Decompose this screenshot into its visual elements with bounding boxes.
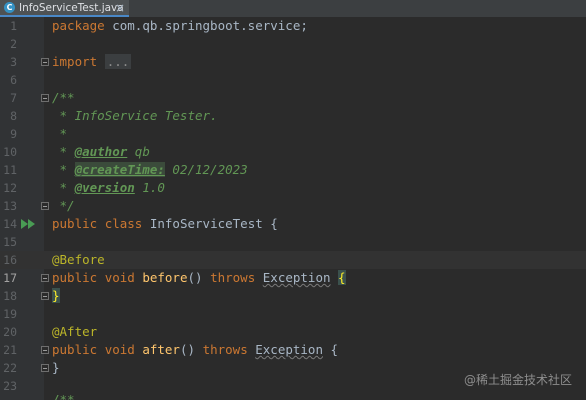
fold-icon[interactable] [41,94,49,102]
javadoc-value: qb [127,144,150,159]
line-number: 23 [3,379,17,393]
method-name: before [142,270,188,285]
parens: () [179,342,196,357]
line-number: 18 [3,289,17,303]
brace-highlighted: } [52,288,60,303]
tab-label: InfoServiceTest.java [19,1,124,14]
tab-infoservicetest[interactable]: C InfoServiceTest.java × [0,0,129,17]
code-line-3[interactable]: import ... [52,53,132,71]
code-line-8[interactable]: * InfoService Tester. [52,107,218,125]
javadoc-tag: @version [74,180,135,195]
code-line-13[interactable]: */ [52,197,75,215]
line-number: 15 [3,235,17,249]
run-test-icon[interactable] [21,219,37,229]
javadoc-tag: @author [74,144,128,159]
brace: { [330,342,339,357]
keyword: public [52,270,98,285]
comment-prefix: * [52,144,75,159]
line-number-current: 17 [3,271,17,285]
line-number: 13 [3,199,17,213]
keyword: public [52,342,98,357]
line-number: 11 [3,163,17,177]
fold-icon[interactable] [41,202,49,210]
class-name: InfoServiceTest [149,216,263,231]
code-line-12[interactable]: * @version 1.0 [52,179,165,197]
line-number: 6 [10,73,17,87]
brace-highlighted: { [338,270,346,285]
javadoc-value: 1.0 [134,180,165,195]
fold-icon[interactable] [41,292,49,300]
code-line-17[interactable]: public void before() throws Exception { [52,269,346,287]
fold-icon[interactable] [41,274,49,282]
code-line-14[interactable]: public class InfoServiceTest { [52,215,278,233]
keyword: class [104,216,143,231]
line-number: 2 [10,37,17,51]
close-icon[interactable]: × [115,1,125,15]
code-line-10[interactable]: * @author qb [52,143,150,161]
editor-tab-bar: C InfoServiceTest.java × [0,0,586,17]
keyword: throws [210,270,256,285]
method-name: after [142,342,180,357]
code-line-11[interactable]: * @createTime: 02/12/2023 [52,161,248,179]
package-name: com.qb.springboot.service; [104,18,308,33]
line-number: 22 [3,361,17,375]
watermark: @稀土掘金技术社区 [463,373,572,387]
keyword: void [104,342,135,357]
keyword: import [52,54,98,69]
java-class-icon: C [4,2,15,13]
code-line-1[interactable]: package com.qb.springboot.service; [52,17,308,35]
keyword: throws [202,342,248,357]
keyword: public [52,216,98,231]
code-line-9[interactable]: * [52,125,68,143]
line-number: 19 [3,307,17,321]
code-line-22[interactable]: } [52,359,60,377]
code-line-7[interactable]: /** [52,89,75,107]
fold-icon[interactable] [41,346,49,354]
exception-type: Exception [255,342,323,357]
line-number: 10 [3,145,17,159]
line-number: 1 [10,19,17,33]
code-line-16[interactable]: @Before [52,251,105,269]
javadoc-value: 02/12/2023 [164,162,248,177]
line-number: 21 [3,343,17,357]
brace: { [270,216,278,231]
keyword: package [52,18,105,33]
comment-prefix: * [52,180,75,195]
line-number: 12 [3,181,17,195]
code-line-20[interactable]: @After [52,323,97,341]
parens: () [187,270,203,285]
line-number: 16 [3,253,17,267]
code-line-21[interactable]: public void after() throws Exception { [52,341,338,359]
line-number: 20 [3,325,17,339]
comment-prefix: * [52,162,75,177]
exception-type: Exception [262,270,331,285]
line-number: 7 [10,91,17,105]
code-line-23[interactable]: /** [52,393,75,400]
folded-imports[interactable]: ... [104,54,132,69]
line-number: 3 [10,55,17,69]
line-number: 14 [3,217,17,231]
keyword: void [104,270,135,285]
fold-icon[interactable] [41,364,49,372]
line-number: 9 [10,127,17,141]
line-number: 8 [10,109,17,123]
javadoc-tag: @createTime: [74,162,165,177]
code-line-18[interactable]: } [52,287,60,305]
fold-icon[interactable] [41,58,49,66]
